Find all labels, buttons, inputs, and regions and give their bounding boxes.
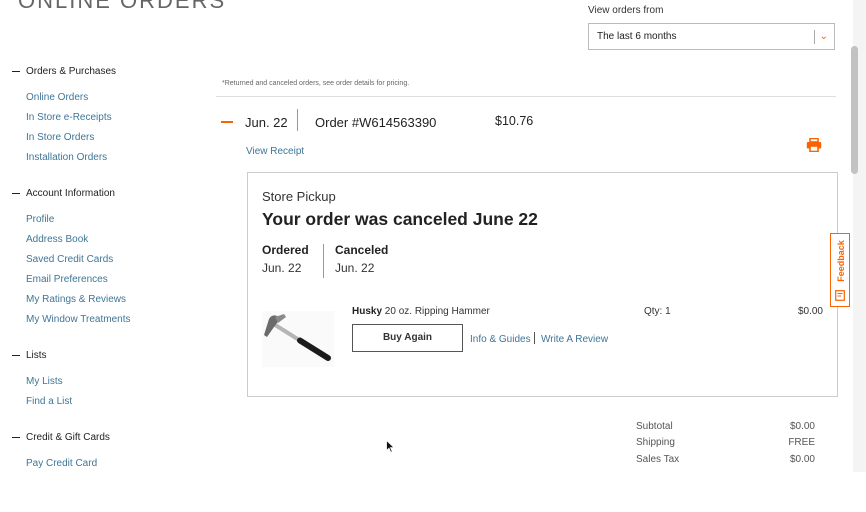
product-title: 20 oz. Ripping Hammer	[384, 306, 490, 317]
product-brand: Husky	[352, 306, 383, 317]
sidebar-item-saved-credit-cards[interactable]: Saved Credit Cards	[26, 254, 113, 265]
sidebar-item-email-preferences[interactable]: Email Preferences	[26, 274, 108, 285]
page: ONLINE ORDERS Orders & Purchases Online …	[0, 0, 853, 472]
order-total: $10.76	[495, 114, 534, 128]
sales-tax-label: Sales Tax	[636, 454, 680, 465]
status-divider	[323, 244, 324, 278]
view-orders-select[interactable]: The last 6 months ⌄	[588, 23, 835, 50]
sales-tax-value: $0.00	[789, 454, 815, 465]
scrollbar-thumb[interactable]	[851, 46, 858, 174]
canceled-date: Jun. 22	[335, 261, 375, 275]
sidebar-item-online-orders[interactable]: Online Orders	[26, 92, 88, 103]
write-review-link[interactable]: Write A Review	[541, 334, 608, 345]
divider	[216, 96, 836, 97]
collapse-icon	[12, 436, 20, 439]
sidebar-item-window-treatments[interactable]: My Window Treatments	[26, 314, 130, 325]
chevron-down-icon: ⌄	[819, 31, 828, 42]
fulfillment-type: Store Pickup	[262, 189, 336, 204]
view-orders-selected-value: The last 6 months	[597, 31, 677, 42]
shipping-label: Shipping	[636, 437, 675, 448]
sidebar-item-my-lists[interactable]: My Lists	[26, 376, 63, 387]
collapse-icon	[12, 192, 20, 195]
feedback-tab[interactable]: Feedback	[830, 233, 850, 307]
collapse-icon	[12, 70, 20, 73]
canceled-label: Canceled	[335, 243, 389, 257]
order-detail-card: Store Pickup Your order was canceled Jun…	[247, 172, 838, 397]
bottom-margin	[0, 472, 866, 512]
sidebar-section-account-information[interactable]: Account Information	[12, 188, 115, 199]
subtotal-label: Subtotal	[636, 421, 673, 432]
product-name[interactable]: Husky 20 oz. Ripping Hammer	[352, 306, 490, 317]
sidebar-item-in-store-orders[interactable]: In Store Orders	[26, 132, 94, 143]
sidebar-item-in-store-e-receipts[interactable]: In Store e-Receipts	[26, 112, 112, 123]
ordered-date: Jun. 22	[262, 261, 302, 275]
sidebar-section-lists[interactable]: Lists	[12, 350, 47, 361]
ordered-label: Ordered	[262, 243, 309, 257]
view-receipt-link[interactable]: View Receipt	[246, 146, 304, 157]
sidebar-item-address-book[interactable]: Address Book	[26, 234, 88, 245]
feedback-edit-icon	[835, 290, 845, 301]
sidebar-section-title: Orders & Purchases	[26, 66, 117, 77]
sidebar-item-pay-credit-card[interactable]: Pay Credit Card	[26, 458, 97, 469]
collapse-icon	[12, 354, 20, 357]
sidebar-item-ratings-reviews[interactable]: My Ratings & Reviews	[26, 294, 126, 305]
item-price: $0.00	[797, 306, 823, 317]
link-separator	[534, 332, 535, 344]
shipping-value: FREE	[788, 437, 815, 448]
info-guides-link[interactable]: Info & Guides	[470, 334, 531, 345]
sidebar-section-title: Lists	[26, 350, 47, 361]
order-date: Jun. 22	[245, 115, 288, 130]
print-icon[interactable]	[806, 138, 822, 152]
order-number: Order #W614563390	[315, 115, 437, 130]
buy-again-button[interactable]: Buy Again	[352, 324, 463, 352]
sidebar-section-orders-purchases[interactable]: Orders & Purchases	[12, 66, 116, 77]
sidebar-item-profile[interactable]: Profile	[26, 214, 54, 225]
subtotal-value: $0.00	[789, 421, 815, 432]
returns-note: *Returned and canceled orders, see order…	[222, 80, 410, 87]
order-divider	[297, 109, 298, 131]
sidebar-section-title: Account Information	[26, 188, 115, 199]
sidebar-item-installation-orders[interactable]: Installation Orders	[26, 152, 107, 163]
product-image-hammer[interactable]	[262, 311, 334, 367]
cut-off-page-title: ONLINE ORDERS	[18, 0, 227, 13]
order-status-headline: Your order was canceled June 22	[262, 209, 538, 229]
collapse-order-icon[interactable]	[221, 121, 233, 123]
sidebar-section-credit-gift-cards[interactable]: Credit & Gift Cards	[12, 432, 110, 443]
sidebar-section-title: Credit & Gift Cards	[26, 432, 110, 443]
feedback-label: Feedback	[836, 240, 846, 282]
mouse-cursor-icon	[386, 440, 395, 453]
select-divider	[814, 30, 815, 44]
item-quantity: Qty: 1	[644, 306, 671, 317]
sidebar-item-find-a-list[interactable]: Find a List	[26, 396, 72, 407]
view-orders-label: View orders from	[588, 5, 664, 16]
